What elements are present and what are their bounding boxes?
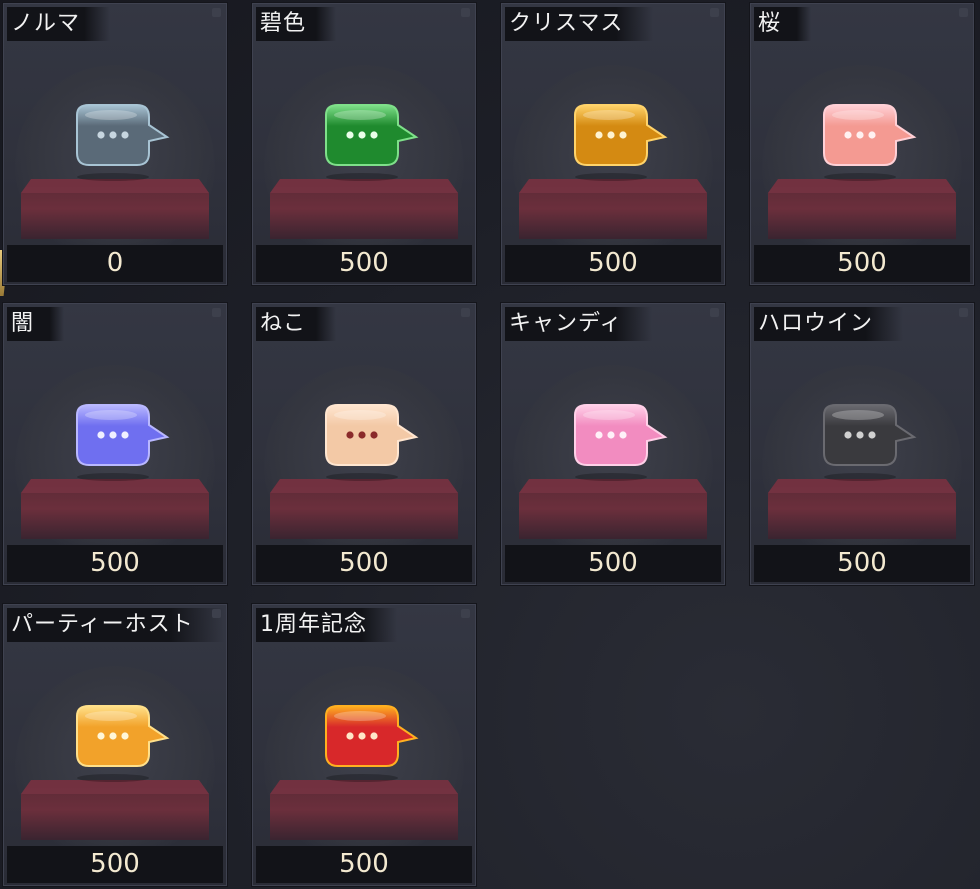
- item-name: ハロウイン: [754, 307, 904, 341]
- darkness-bubble-icon: [63, 395, 173, 485]
- item-price: 500: [256, 846, 472, 883]
- item-name: ノルマ: [7, 7, 111, 41]
- item-price: 0: [7, 245, 223, 282]
- item-price: 500: [7, 545, 223, 582]
- item-name: クリスマス: [505, 7, 654, 41]
- candy-bubble-icon: [561, 395, 671, 485]
- item-name: キャンディ: [505, 307, 653, 341]
- sakura-bubble-icon: [810, 95, 920, 185]
- corner-mark: [710, 308, 719, 317]
- chat-bubble-card[interactable]: 碧色 500: [252, 3, 476, 285]
- chat-bubble-card[interactable]: 闇 500: [3, 303, 227, 585]
- corner-mark: [959, 8, 968, 17]
- corner-mark: [710, 8, 719, 17]
- item-name: 闇: [7, 307, 65, 341]
- corner-mark: [461, 308, 470, 317]
- corner-mark: [959, 308, 968, 317]
- anniversary-bubble-icon: [312, 696, 422, 786]
- emerald-bubble-icon: [312, 95, 422, 185]
- christmas-bubble-icon: [561, 95, 671, 185]
- chat-bubble-card[interactable]: 1周年記念 500: [252, 604, 476, 886]
- corner-mark: [212, 308, 221, 317]
- chat-bubble-card[interactable]: ねこ 500: [252, 303, 476, 585]
- chat-bubble-shop-grid: ノルマ 0 碧色 500 クリスマス 500 桜 500 闇 500 ねこ 50…: [0, 0, 980, 889]
- item-name: 1周年記念: [256, 608, 397, 642]
- corner-mark: [461, 8, 470, 17]
- item-name: パーティーホスト: [7, 608, 224, 642]
- chat-bubble-card[interactable]: クリスマス 500: [501, 3, 725, 285]
- item-price: 500: [505, 245, 721, 282]
- halloween-bubble-icon: [810, 395, 920, 485]
- corner-mark: [212, 8, 221, 17]
- chat-bubble-card[interactable]: ノルマ 0: [3, 3, 227, 285]
- corner-mark: [212, 609, 221, 618]
- party-host-bubble-icon: [63, 696, 173, 786]
- item-price: 500: [256, 545, 472, 582]
- item-price: 500: [754, 245, 970, 282]
- corner-mark: [461, 609, 470, 618]
- chat-bubble-card[interactable]: 桜 500: [750, 3, 974, 285]
- chat-bubble-card[interactable]: ハロウイン 500: [750, 303, 974, 585]
- cat-bubble-icon: [312, 395, 422, 485]
- item-price: 500: [505, 545, 721, 582]
- chat-bubble-card[interactable]: キャンディ 500: [501, 303, 725, 585]
- item-name: 碧色: [256, 7, 337, 41]
- item-price: 500: [256, 245, 472, 282]
- item-price: 500: [754, 545, 970, 582]
- item-price: 500: [7, 846, 223, 883]
- chat-bubble-card[interactable]: パーティーホスト 500: [3, 604, 227, 886]
- normal-bubble-icon: [63, 95, 173, 185]
- item-name: 桜: [754, 7, 812, 41]
- item-name: ねこ: [256, 307, 337, 341]
